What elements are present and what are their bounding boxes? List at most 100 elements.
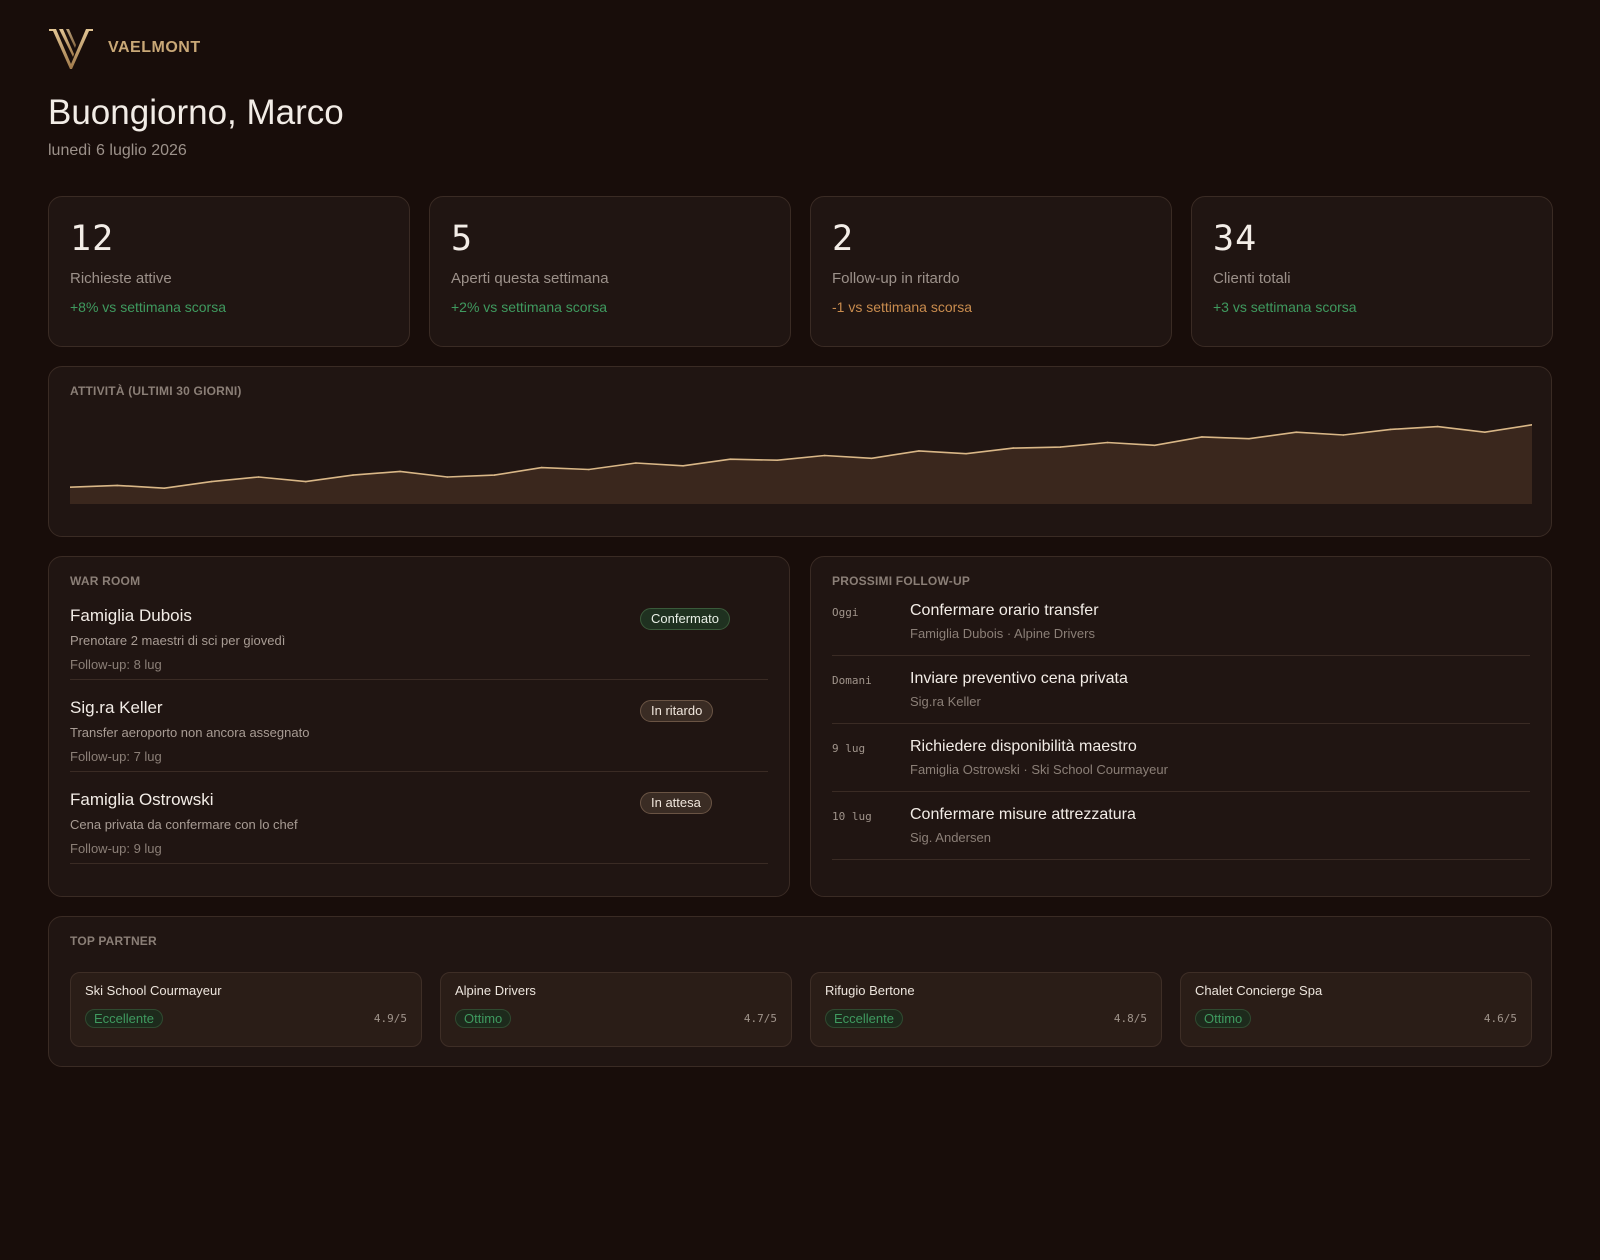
activity-point-5 [305,480,307,483]
followup-task: Confermare misure attrezzatura [910,806,1136,823]
activity-point-17 [870,457,873,460]
activity-point-18 [918,450,920,452]
partner-score: 4.9/5 [373,1012,407,1025]
page-title: Buongiorno, Marco [48,93,344,132]
activity-point-23 [1153,444,1156,447]
followup-item[interactable]: 10 lug Confermare misure attrezzatura Si… [832,792,1530,860]
war-room-title: WAR ROOM [70,574,141,588]
activity-point-27 [1342,434,1345,436]
request-description: Prenotare 2 maestri di sci per giovedì [70,633,286,648]
partner-name: Alpine Drivers [455,983,536,998]
followup-when: 10 lug [832,810,872,823]
war-room-item[interactable]: Famiglia Ostrowski Cena privata da confe… [70,772,768,864]
kpi-delta: +3 vs settimana scorsa [1213,299,1357,315]
followup-context: Famiglia Dubois · Alpine Drivers [910,626,1095,641]
war-room-item[interactable]: Sig.ra Keller Transfer aeroporto non anc… [70,680,768,772]
activity-point-25 [1248,437,1250,440]
followup-date: Follow-up: 7 lug [70,749,162,764]
activity-point-20 [1012,447,1014,449]
partner-rating-badge: Ottimo [455,1009,512,1028]
followup-item[interactable]: 9 lug Richiedere disponibilità maestro F… [832,724,1530,792]
activity-area-fill [70,424,1532,504]
dashboard: VAELMONT Buongiorno, Marco lunedì 6 lugl… [48,26,1553,1067]
partner-score: 4.7/5 [743,1012,777,1025]
activity-point-29 [1436,425,1439,428]
brand-name: VAELMONT [108,39,201,56]
activity-point-6 [352,474,354,476]
partner-card[interactable]: Chalet Concierge Spa Ottimo 4.6/5 [1180,972,1532,1047]
activity-panel: ATTIVITÀ (ULTIMI 30 GIORNI) [48,366,1552,537]
activity-point-26 [1295,431,1297,433]
activity-point-22 [1106,441,1109,444]
activity-point-14 [729,458,732,460]
followup-context: Sig. Andersen [910,830,991,845]
partner-rating-badge: Eccellente [825,1009,903,1028]
partner-rating-badge: Eccellente [85,1009,163,1028]
activity-point-28 [1389,428,1392,431]
activity-point-4 [257,476,260,478]
top-partners-title: TOP PARTNER [70,934,157,948]
followup-context: Famiglia Ostrowski · Ski School Courmaye… [910,762,1168,777]
followup-task: Inviare preventivo cena privata [910,670,1128,687]
partner-name: Ski School Courmayeur [85,983,222,998]
kpi-value: 34 [1213,219,1258,259]
followup-when: Domani [832,674,872,687]
activity-point-11 [588,468,590,471]
activity-point-24 [1201,436,1203,438]
partner-card[interactable]: Rifugio Bertone Eccellente 4.8/5 [810,972,1162,1047]
partner-name: Rifugio Bertone [825,983,915,998]
kpi-value: 12 [70,219,115,259]
kpi-label: Richieste attive [70,270,172,287]
followup-item[interactable]: Domani Inviare preventivo cena privata S… [832,656,1530,724]
kpi-label: Aperti questa settimana [451,270,609,287]
brand-header: VAELMONT [48,26,1552,70]
partner-score: 4.8/5 [1113,1012,1147,1025]
v-monogram-logo-icon [49,29,93,69]
followup-context: Sig.ra Keller [910,694,981,709]
activity-point-15 [776,459,779,461]
kpi-card-total-clients[interactable]: 34 Clienti totali +3 vs settimana scorsa [1191,196,1553,347]
followups-title: PROSSIMI FOLLOW-UP [832,574,971,588]
kpi-card-opened-this-week[interactable]: 5 Aperti questa settimana +2% vs settima… [429,196,791,347]
partner-card[interactable]: Alpine Drivers Ottimo 4.7/5 [440,972,792,1047]
kpi-card-overdue-followups[interactable]: 2 Follow-up in ritardo -1 vs settimana s… [810,196,1172,347]
followup-item[interactable]: Oggi Confermare orario transfer Famiglia… [832,588,1530,656]
kpi-row: 12 Richieste attive +8% vs settimana sco… [48,196,1553,347]
activity-point-19 [965,452,967,455]
top-partners-panel: TOP PARTNER Ski School Courmayeur Eccell… [48,916,1552,1067]
activity-point-16 [823,454,826,457]
activity-area-chart [70,424,1532,504]
request-description: Cena privata da confermare con lo chef [70,817,298,832]
followup-task: Confermare orario transfer [910,602,1099,619]
activity-title: ATTIVITÀ (ULTIMI 30 GIORNI) [70,384,242,398]
kpi-delta: +2% vs settimana scorsa [451,299,608,315]
kpi-value: 2 [832,219,855,259]
activity-point-9 [493,474,496,476]
followup-date: Follow-up: 8 lug [70,657,162,672]
kpi-delta: +8% vs settimana scorsa [70,299,227,315]
followups-panel: PROSSIMI FOLLOW-UP Oggi Confermare orari… [810,556,1552,897]
war-room-panel: WAR ROOM Famiglia Dubois Prenotare 2 mae… [48,556,790,897]
partner-name: Chalet Concierge Spa [1195,983,1323,998]
status-badge: Confermato [640,608,730,630]
activity-point-30 [1484,431,1486,433]
current-date: lunedì 6 luglio 2026 [48,142,187,159]
activity-point-1 [116,484,118,487]
kpi-card-active-requests[interactable]: 12 Richieste attive +8% vs settimana sco… [48,196,410,347]
partner-card[interactable]: Ski School Courmayeur Eccellente 4.9/5 [70,972,422,1047]
activity-point-2 [163,487,166,489]
partner-score: 4.6/5 [1483,1012,1517,1025]
war-room-item[interactable]: Famiglia Dubois Prenotare 2 maestri di s… [70,588,768,680]
followup-date: Follow-up: 9 lug [70,841,162,856]
kpi-label: Follow-up in ritardo [832,270,960,287]
activity-point-10 [540,466,543,469]
status-badge: In attesa [640,792,712,814]
activity-point-8 [446,476,449,478]
kpi-label: Clienti totali [1213,270,1291,287]
activity-point-13 [682,465,684,467]
followup-when: 9 lug [832,742,866,755]
activity-point-21 [1059,446,1062,448]
partner-rating-badge: Ottimo [1195,1009,1252,1028]
kpi-value: 5 [451,219,474,259]
activity-point-3 [210,480,213,483]
